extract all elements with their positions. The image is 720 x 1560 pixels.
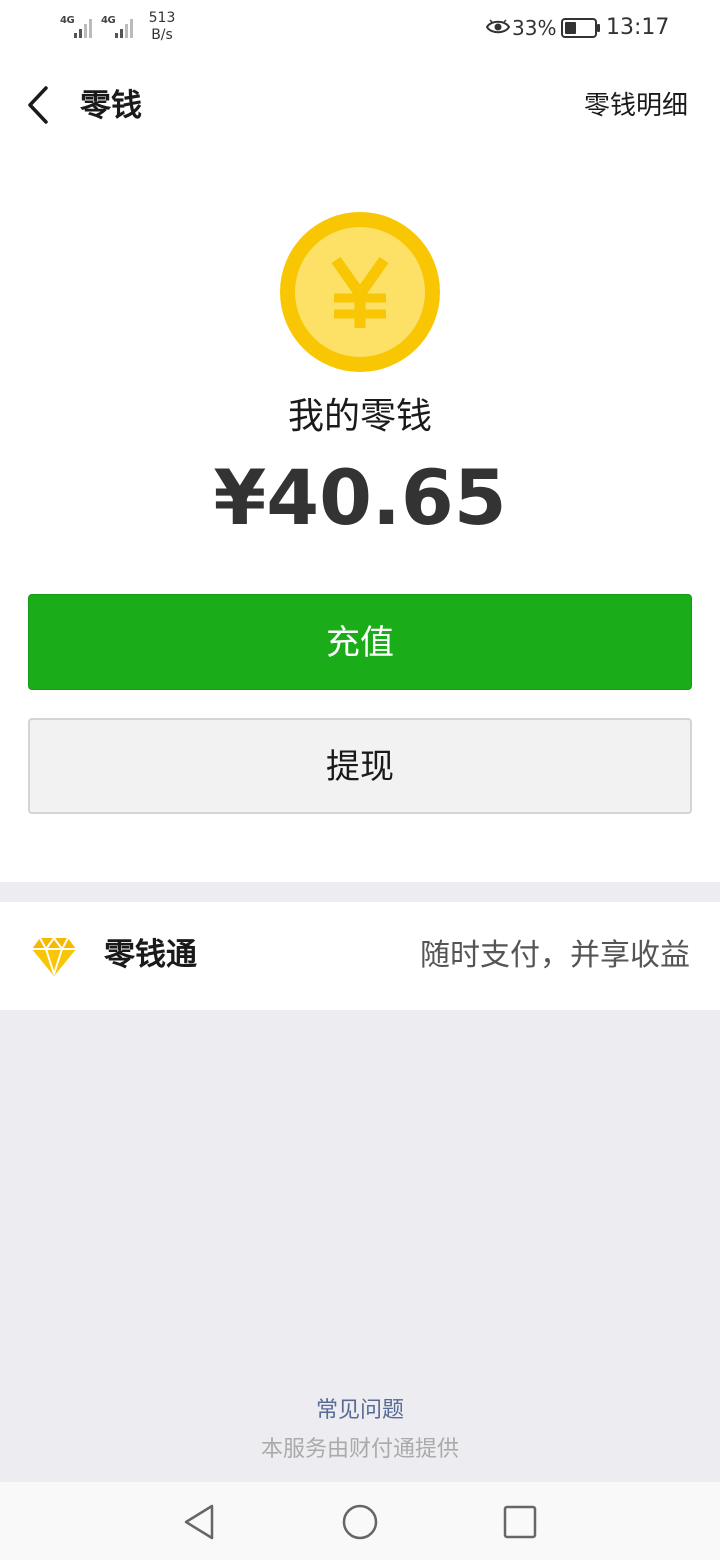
signal-bars-icon bbox=[115, 19, 133, 38]
page-title: 零钱 bbox=[80, 88, 142, 124]
network-speed-value: 513 bbox=[148, 10, 176, 26]
balance-amount: ¥40.65 bbox=[213, 453, 507, 542]
faq-link[interactable]: 常见问题 bbox=[0, 1396, 720, 1426]
status-time: 13:17 bbox=[606, 15, 670, 40]
signal-icon-sim2: 4G bbox=[101, 12, 137, 40]
signal-icon-sim1: 4G bbox=[60, 12, 96, 40]
transaction-details-link[interactable]: 零钱明细 bbox=[584, 88, 688, 124]
withdraw-button[interactable]: 提现 bbox=[28, 718, 692, 814]
nav-recents-square-icon[interactable] bbox=[500, 1502, 540, 1542]
provider-note: 本服务由财付通提供 bbox=[260, 1437, 459, 1462]
battery-icon bbox=[561, 18, 600, 38]
diamond-icon bbox=[32, 937, 76, 976]
lingqiantong-row[interactable]: 零钱通 随时支付，并享收益 bbox=[0, 902, 720, 1010]
back-chevron-icon[interactable] bbox=[22, 84, 58, 126]
battery-percent: 33% bbox=[512, 16, 557, 40]
eye-icon bbox=[486, 19, 510, 34]
network-speed: 513 B/s bbox=[146, 10, 178, 44]
signal-bars-icon bbox=[74, 19, 92, 38]
network-speed-unit: B/s bbox=[151, 27, 173, 43]
system-navigation-bar bbox=[0, 1482, 720, 1560]
lingqiantong-title: 零钱通 bbox=[104, 937, 197, 973]
status-bar: 4G 4G 513 B/s 33% 13:17 bbox=[0, 0, 720, 56]
balance-label: 我的零钱 bbox=[287, 396, 432, 437]
recharge-button[interactable]: 充值 bbox=[28, 594, 692, 690]
lingqiantong-description: 随时支付，并享收益 bbox=[420, 938, 690, 973]
yuan-coin-icon bbox=[280, 212, 440, 372]
nav-home-circle-icon[interactable] bbox=[340, 1502, 380, 1542]
nav-back-triangle-icon[interactable] bbox=[180, 1502, 220, 1542]
